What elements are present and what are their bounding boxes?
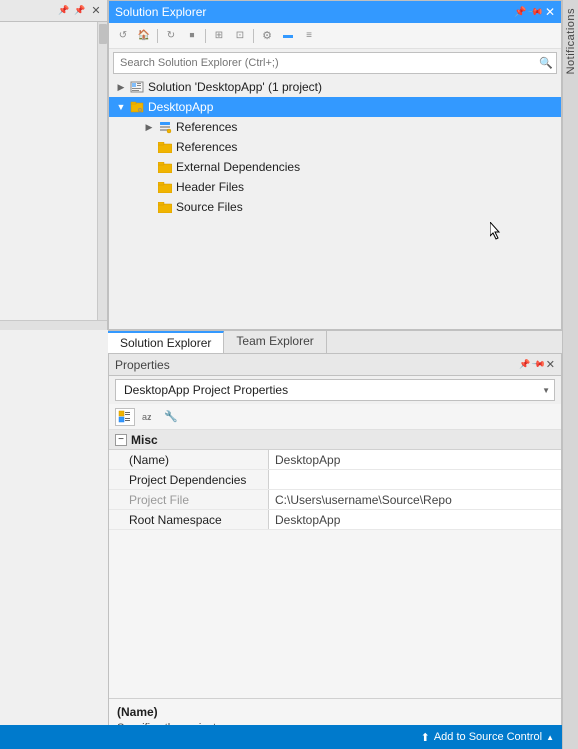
misc-collapse-btn: − [115, 434, 127, 446]
view-button[interactable]: ▬ [278, 27, 298, 45]
tree-view: ▶ Solution 'DesktopApp' (1 pro [109, 77, 561, 329]
add-to-source-control[interactable]: ⬆ Add to Source Control ▲ [421, 731, 554, 744]
solution-explorer-title: Solution Explorer [115, 5, 206, 19]
prop-name-namespace: Root Namespace [109, 510, 269, 529]
solution-icon [129, 79, 145, 95]
pin-icon[interactable]: 📌 [514, 7, 526, 18]
settings-button[interactable]: ⚙ [257, 27, 277, 45]
dropdown-chevron-icon: ▼ [542, 386, 550, 395]
stop-button[interactable]: ⏹ [182, 27, 202, 45]
categorized-btn[interactable] [115, 408, 135, 426]
prop-value-name: DesktopApp [269, 450, 561, 469]
tree-item-external-deps[interactable]: References [109, 137, 561, 157]
properties-titlebar: Properties 📌 📌 ✕ [109, 354, 561, 376]
resource-files-label: Header Files [176, 180, 244, 194]
header-files-icon [157, 159, 173, 175]
side-panel-scrollbar[interactable] [97, 22, 107, 320]
project-label: DesktopApp [148, 100, 213, 114]
source-files-icon [157, 199, 173, 215]
props-pin2-icon[interactable]: 📌 [530, 357, 546, 373]
tab-solution-explorer[interactable]: Solution Explorer [108, 331, 224, 353]
references-label: References [176, 120, 237, 134]
properties-toolbar: az ↕ 🔧 [109, 404, 561, 430]
properties-panel: Properties 📌 📌 ✕ DesktopApp Project Prop… [108, 354, 562, 749]
prop-value-file: C:\Users\username\Source\Repo [269, 490, 561, 509]
tree-item-solution[interactable]: ▶ Solution 'DesktopApp' (1 pro [109, 77, 561, 97]
tree-item-project[interactable]: ▼ DesktopApp [109, 97, 561, 117]
tree-item-resource-files[interactable]: Header Files [109, 177, 561, 197]
back-button[interactable]: ↺ [113, 27, 133, 45]
panel-tabs: Solution Explorer Team Explorer [108, 330, 562, 354]
prop-name-deps: Project Dependencies [109, 470, 269, 489]
side-panel-close-btn[interactable]: ✕ [89, 4, 103, 18]
notifications-label: Notifications [565, 8, 577, 74]
alphabetical-btn[interactable]: az ↕ [138, 408, 158, 426]
notifications-bar: Notifications [562, 0, 578, 749]
props-pin-icon[interactable]: 📌 [519, 359, 530, 370]
properties-title: Properties [115, 358, 170, 372]
references-icon [157, 119, 173, 135]
references-expand-arrow: ▶ [141, 119, 157, 135]
solution-expand-arrow: ▶ [113, 79, 129, 95]
properties-grid: − Misc (Name) DesktopApp Project Depende… [109, 430, 561, 698]
tab-team-explorer[interactable]: Team Explorer [224, 331, 326, 353]
search-input[interactable] [113, 52, 557, 74]
prop-value-deps [269, 470, 561, 489]
props-close-icon[interactable]: ✕ [546, 358, 555, 371]
tree-item-source-files[interactable]: Source Files [109, 197, 561, 217]
source-control-icon: ⬆ [421, 731, 430, 744]
filter2-button[interactable]: ⊡ [230, 27, 250, 45]
search-container: 🔍 [113, 52, 557, 74]
resource-files-icon [157, 179, 173, 195]
status-chevron-icon: ▲ [546, 733, 554, 742]
header-files-label: External Dependencies [176, 160, 300, 174]
ext-deps-icon [157, 139, 173, 155]
forward-button[interactable]: 🏠 [134, 27, 154, 45]
side-panel: 📌 📌 ✕ [0, 0, 108, 330]
prop-row-file[interactable]: Project File C:\Users\username\Source\Re… [109, 490, 561, 510]
side-panel-pin2-btn[interactable]: 📌 [73, 4, 87, 18]
solution-explorer-panel: Solution Explorer 📌 📌 ✕ ↺ 🏠 ↻ ⏹ ⊞ [108, 0, 562, 330]
source-files-label: Source Files [176, 200, 243, 214]
refresh-button[interactable]: ↻ [161, 27, 181, 45]
desc-title: (Name) [117, 705, 553, 719]
close-icon[interactable]: ✕ [545, 5, 555, 19]
filter-button[interactable]: ⊞ [209, 27, 229, 45]
prop-name-name: (Name) [109, 450, 269, 469]
tree-item-header-files[interactable]: External Dependencies [109, 157, 561, 177]
prop-row-namespace[interactable]: Root Namespace DesktopApp [109, 510, 561, 530]
target-selector[interactable]: DesktopApp Project Properties ▼ [115, 379, 555, 401]
misc-label: Misc [131, 433, 158, 447]
svg-text:↕: ↕ [148, 415, 152, 422]
target-text: DesktopApp Project Properties [124, 383, 288, 397]
project-icon [129, 99, 145, 115]
prop-value-namespace: DesktopApp [269, 510, 561, 529]
project-expand-arrow: ▼ [113, 99, 129, 115]
status-bar: ⬆ Add to Source Control ▲ [0, 725, 562, 749]
prop-name-file: Project File [109, 490, 269, 509]
tree-item-references[interactable]: ▶ References [109, 117, 561, 137]
pin2-icon[interactable]: 📌 [527, 4, 544, 21]
misc-category-header[interactable]: − Misc [109, 430, 561, 450]
side-panel-hscrollbar[interactable] [0, 320, 107, 330]
property-pages-btn[interactable]: 🔧 [161, 408, 181, 426]
solution-explorer-toolbar: ↺ 🏠 ↻ ⏹ ⊞ ⊡ ⚙ ▬ ≡ [109, 23, 561, 49]
solution-label: Solution 'DesktopApp' (1 project) [148, 80, 322, 94]
ext-deps-label: References [176, 140, 237, 154]
search-icon: 🔍 [539, 57, 553, 70]
solution-explorer-titlebar: Solution Explorer 📌 📌 ✕ [109, 1, 561, 23]
view2-button[interactable]: ≡ [299, 27, 319, 45]
side-panel-pin-btn[interactable]: 📌 [57, 4, 71, 18]
prop-row-deps[interactable]: Project Dependencies [109, 470, 561, 490]
side-panel-titlebar: 📌 📌 ✕ [0, 0, 107, 22]
prop-row-name[interactable]: (Name) DesktopApp [109, 450, 561, 470]
